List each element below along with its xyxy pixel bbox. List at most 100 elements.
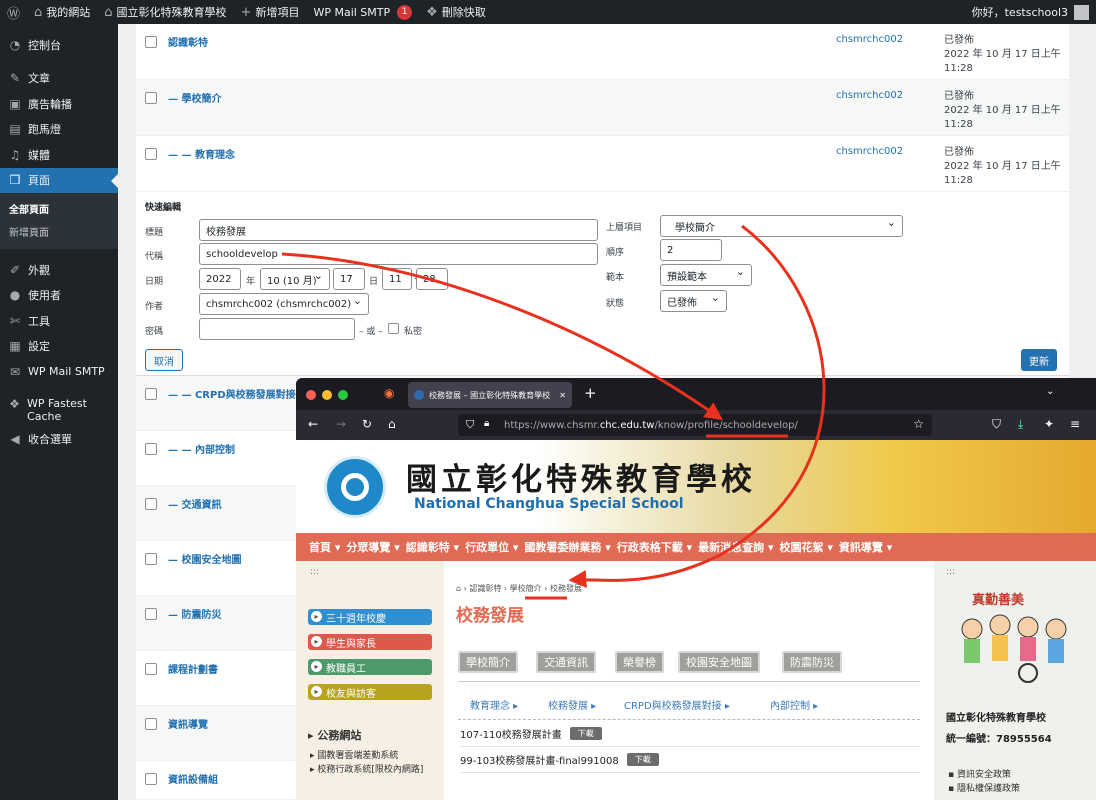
row-author-link[interactable]: chsmrchc002 — [836, 146, 903, 157]
download-icon[interactable]: ⤓ — [1018, 417, 1023, 432]
row-title-link[interactable]: — — 內部控制 — [168, 441, 235, 456]
author-select[interactable]: chsmrchc002 (chsmrchc002) — [199, 293, 369, 315]
row-title-link[interactable]: 認識彰特 — [168, 34, 208, 49]
category-button[interactable]: 學校簡介 — [458, 651, 518, 673]
bookmark-star-icon[interactable]: ☆ — [913, 417, 924, 431]
pill-students-parents[interactable]: 學生與家長 — [308, 634, 432, 650]
menu-dashboard[interactable]: ◔ 控制台 — [0, 32, 118, 58]
row-title-link[interactable]: — 校園安全地圖 — [168, 551, 241, 566]
zoom-window-button[interactable] — [338, 390, 348, 400]
row-title-link[interactable]: — 防震防災 — [168, 606, 221, 621]
reload-icon[interactable]: ↻ — [362, 417, 372, 431]
minimize-window-button[interactable] — [322, 390, 332, 400]
submenu-all-pages[interactable]: 全部頁面 — [0, 197, 118, 220]
row-title-link[interactable]: — 交通資訊 — [168, 496, 221, 511]
sublink[interactable]: 教育理念 ▸ — [470, 697, 518, 712]
footer-link[interactable]: ▪ 隱私權保護政策 — [948, 781, 1020, 794]
row-author-link[interactable]: chsmrchc002 — [836, 34, 903, 45]
row-checkbox[interactable] — [145, 773, 157, 785]
day-input[interactable]: 17 — [333, 268, 365, 290]
hour-input[interactable]: 11 — [382, 268, 412, 290]
row-checkbox[interactable] — [145, 443, 157, 455]
account-menu[interactable]: 你好，testschool3 — [972, 4, 1096, 20]
row-checkbox[interactable] — [145, 388, 157, 400]
menu-smtp[interactable]: ✉ WP Mail SMTP — [0, 359, 118, 385]
menu-fastest-cache[interactable]: ❖ WP Fastest Cache — [0, 393, 118, 427]
site-nav-item[interactable]: 國教署委辦業務 ▾ — [524, 539, 610, 555]
tab-list-icon[interactable]: ⌄ — [1046, 386, 1054, 397]
browser-tab[interactable]: 校務發展 – 國立彰化特殊教育學校 ✕ — [408, 382, 572, 408]
pill-alumni[interactable]: 校友與訪客 — [308, 684, 432, 700]
site-nav-item[interactable]: 最新消息查詢 ▾ — [698, 539, 773, 555]
sublink[interactable]: 校務發展 ▸ — [548, 697, 596, 712]
close-tab-icon[interactable]: ✕ — [559, 391, 566, 400]
parent-select[interactable]: 學校簡介 — [660, 215, 903, 237]
month-select[interactable]: 10 (10 月) — [260, 268, 330, 290]
template-select[interactable]: 預設範本 — [660, 264, 752, 286]
row-title-link[interactable]: 課程計劃書 — [168, 661, 218, 676]
wp-logo[interactable]: Ⓦ — [0, 0, 27, 24]
menu-settings[interactable]: ▦ 設定 — [0, 334, 118, 360]
site-nav-item[interactable]: 行政表格下載 ▾ — [617, 539, 692, 555]
new-item-menu[interactable]: + 新增項目 — [234, 0, 307, 24]
status-select[interactable]: 已發佈 — [660, 290, 727, 312]
password-input[interactable] — [199, 318, 355, 340]
row-checkbox[interactable] — [145, 36, 157, 48]
clear-cache-menu[interactable]: ❖ 刪除快取 — [419, 0, 493, 24]
row-title-link[interactable]: — — CRPD與校務發展對接 — [168, 386, 296, 401]
gov-link[interactable]: ▸ 國教署雲端差勤系統 — [310, 748, 398, 761]
site-nav-item[interactable]: 校園花絮 ▾ — [780, 539, 833, 555]
slug-input[interactable]: schooldevelop — [199, 243, 598, 265]
site-nav-item[interactable]: 分眾導覽 ▾ — [346, 539, 399, 555]
home-icon[interactable]: ⌂ — [456, 584, 461, 593]
sublink[interactable]: 內部控制 ▸ — [770, 697, 818, 712]
category-button[interactable]: 防震防災 — [782, 651, 842, 673]
row-title-link[interactable]: 資訊導覽 — [168, 716, 208, 731]
row-checkbox[interactable] — [145, 718, 157, 730]
smtp-menu[interactable]: WP Mail SMTP 1 — [306, 0, 419, 24]
row-title-link[interactable]: — — 教育理念 — [168, 146, 235, 161]
site-nav-item[interactable]: 資訊導覽 ▾ — [839, 539, 892, 555]
breadcrumb-item[interactable]: 學校簡介 — [510, 584, 542, 593]
new-tab-icon[interactable]: + — [584, 384, 597, 402]
menu-appearance[interactable]: ✐ 外觀 — [0, 257, 118, 283]
footer-link[interactable]: ▪ 資訊安全政策 — [948, 767, 1011, 780]
download-button[interactable]: 下載 — [569, 727, 602, 740]
pill-staff[interactable]: 教職員工 — [308, 659, 432, 675]
pocket-icon[interactable]: ⛉ — [992, 417, 1001, 432]
menu-media[interactable]: ♫ 媒體 — [0, 142, 118, 168]
site-nav-item[interactable]: 首頁 ▾ — [309, 539, 340, 555]
site-name-menu[interactable]: ⌂ 國立彰化特殊教育學校 — [97, 0, 233, 24]
menu-posts[interactable]: ✎ 文章 — [0, 66, 118, 92]
row-checkbox[interactable] — [145, 92, 157, 104]
menu-collapse[interactable]: ◀ 收合選單 — [0, 427, 118, 453]
back-icon[interactable]: ← — [308, 417, 318, 431]
row-checkbox[interactable] — [145, 148, 157, 160]
cancel-button[interactable]: 取消 — [145, 349, 183, 371]
submenu-new-page[interactable]: 新增頁面 — [0, 220, 118, 243]
my-sites-menu[interactable]: ⌂ 我的網站 — [27, 0, 97, 24]
menu-ads[interactable]: ▣ 廣告輪播 — [0, 91, 118, 117]
menu-users[interactable]: ● 使用者 — [0, 283, 118, 309]
title-input[interactable]: 校務發展 — [199, 219, 598, 241]
site-nav-item[interactable]: 認識彰特 ▾ — [406, 539, 459, 555]
row-checkbox[interactable] — [145, 663, 157, 675]
pill-anniversary[interactable]: 三十週年校慶 — [308, 609, 432, 625]
minute-input[interactable]: 28 — [416, 268, 448, 290]
breadcrumb-item[interactable]: 認識彰特 — [469, 584, 501, 593]
category-button[interactable]: 交通資訊 — [536, 651, 596, 673]
menu-icon[interactable]: ≡ — [1070, 417, 1080, 431]
close-window-button[interactable] — [306, 390, 316, 400]
category-button[interactable]: 校園安全地圖 — [678, 651, 760, 673]
private-checkbox[interactable] — [388, 323, 399, 334]
home-icon[interactable]: ⌂ — [388, 417, 396, 431]
row-author-link[interactable]: chsmrchc002 — [836, 90, 903, 101]
row-checkbox[interactable] — [145, 608, 157, 620]
order-input[interactable]: 2 — [660, 239, 722, 261]
extensions-icon[interactable]: ✦ — [1044, 417, 1054, 431]
menu-marquee[interactable]: ▤ 跑馬燈 — [0, 117, 118, 143]
forward-icon[interactable]: → — [336, 417, 346, 431]
menu-tools[interactable]: ✄ 工具 — [0, 308, 118, 334]
sublink[interactable]: CRPD與校務發展對接 ▸ — [624, 697, 730, 712]
school-logo[interactable] — [324, 456, 386, 518]
